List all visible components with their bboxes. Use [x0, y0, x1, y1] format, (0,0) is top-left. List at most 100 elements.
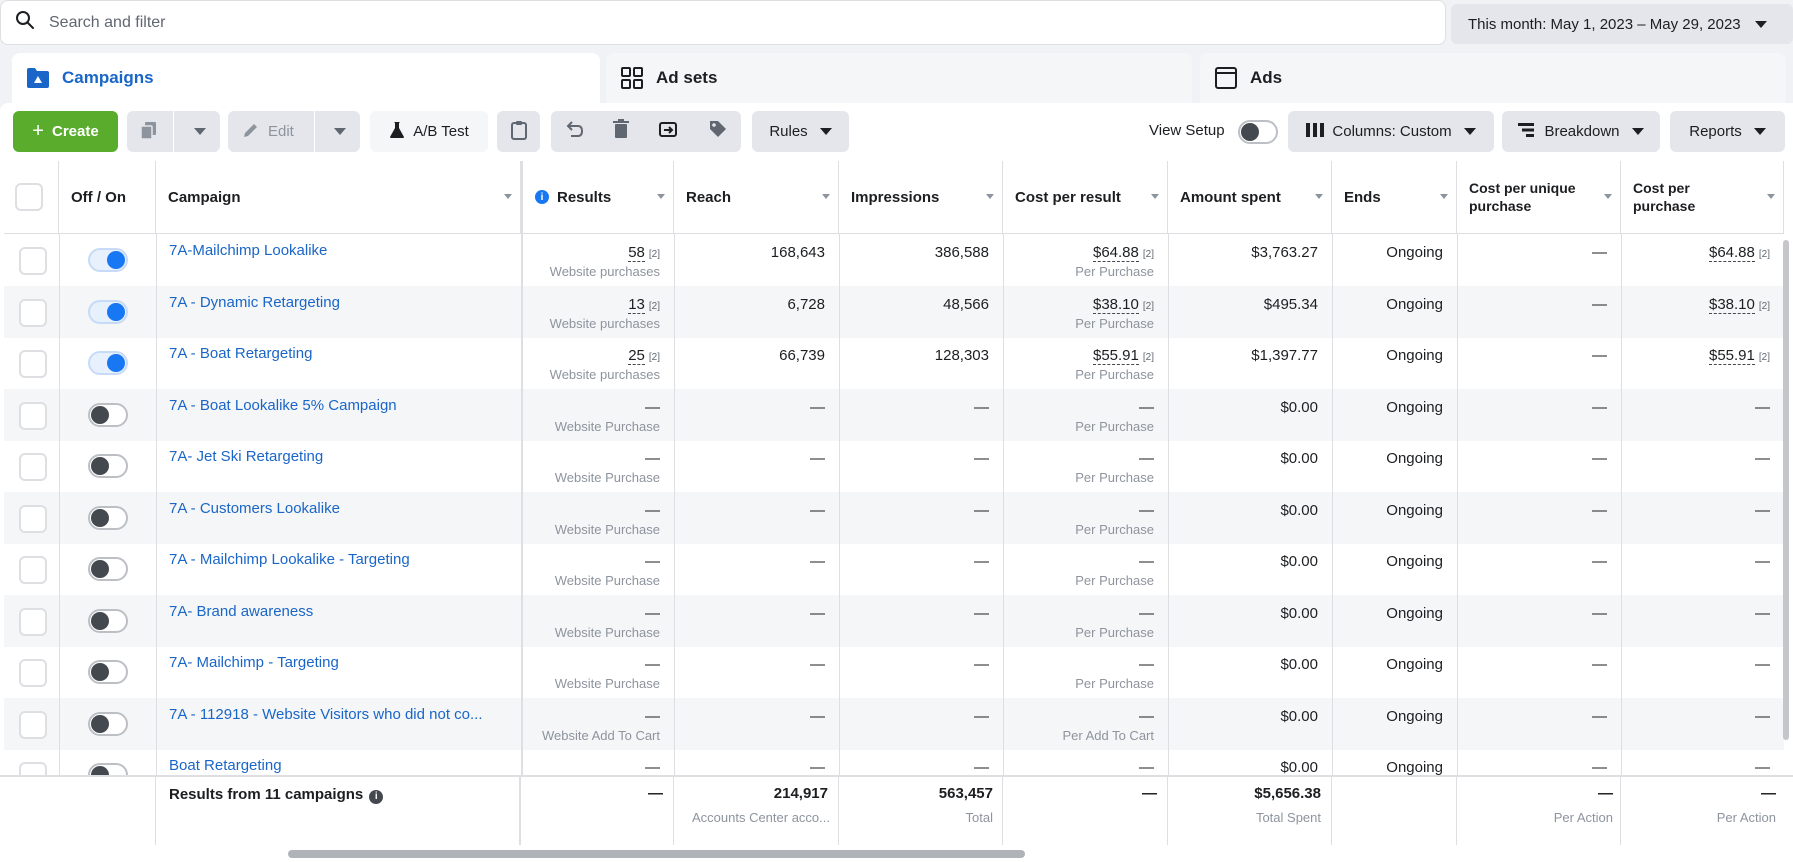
rules-button[interactable]: Rules — [752, 111, 849, 152]
table-row[interactable]: Boat Retargeting — — — — $0.00 Ongoing — — — [4, 749, 1784, 777]
campaign-name-link[interactable]: 7A - Boat Lookalike 5% Campaign — [169, 397, 397, 414]
select-all-checkbox[interactable] — [15, 183, 43, 211]
table-row[interactable]: 7A- Brand awareness — Website Purchase — — — P… — [4, 594, 1784, 647]
table-row[interactable]: 7A - Boat Lookalike 5% Campaign — Website … — [4, 388, 1784, 441]
campaign-name-link[interactable]: 7A - Customers Lookalike — [169, 500, 340, 517]
table-row[interactable]: 7A - 112918 - Website Visitors who did n… — [4, 697, 1784, 750]
campaign-toggle[interactable] — [88, 608, 128, 633]
header-off-on[interactable]: Off / On — [59, 161, 156, 234]
date-range-selector[interactable]: This month: May 1, 2023 – May 29, 2023 — [1451, 4, 1793, 44]
row-checkbox[interactable] — [19, 298, 47, 327]
campaign-name-link[interactable]: 7A - 112918 - Website Visitors who did n… — [169, 706, 483, 723]
sort-icon — [504, 194, 512, 199]
campaign-name-link[interactable]: 7A- Brand awareness — [169, 603, 313, 620]
ab-test-button[interactable]: A/B Test — [370, 111, 488, 152]
breakdown-button[interactable]: Breakdown — [1502, 111, 1660, 152]
search-icon — [15, 10, 35, 35]
campaign-toggle[interactable] — [88, 505, 128, 530]
campaign-toggle[interactable] — [88, 660, 128, 684]
campaign-toggle[interactable] — [88, 299, 128, 324]
table-row[interactable]: 7A - Dynamic Retargeting 13 [2] Website pur… — [4, 285, 1784, 338]
row-checkbox[interactable] — [19, 247, 47, 275]
tab-campaigns[interactable]: Campaigns — [12, 53, 600, 103]
tag-button[interactable] — [695, 111, 741, 152]
table-row[interactable]: 7A- Jet Ski Retargeting — Website Purchase… — [4, 440, 1784, 492]
footnote-marker[interactable]: [2] — [649, 352, 660, 363]
export-button[interactable] — [645, 111, 691, 152]
horizontal-scrollbar[interactable] — [288, 850, 1025, 858]
campaign-name-link[interactable]: Boat Retargeting — [169, 757, 282, 774]
row-checkbox[interactable] — [19, 607, 47, 636]
header-amount-spent[interactable]: Amount spent — [1168, 161, 1332, 234]
footnote-marker[interactable]: [2] — [1143, 301, 1154, 312]
header-results[interactable]: i Results — [521, 161, 674, 234]
table-row[interactable]: 7A - Mailchimp Lookalike - Targeting — Web… — [4, 543, 1784, 595]
info-icon[interactable]: i — [369, 789, 384, 804]
campaign-name-link[interactable]: 7A - Boat Retargeting — [169, 345, 312, 362]
tab-campaigns-label: Campaigns — [62, 68, 154, 87]
tab-ad-sets[interactable]: Ad sets — [606, 53, 1192, 103]
row-checkbox[interactable] — [19, 401, 47, 430]
campaign-toggle[interactable] — [88, 711, 128, 736]
vertical-scrollbar[interactable] — [1783, 240, 1789, 740]
header-cost-per-purchase[interactable]: Cost per purchase — [1621, 161, 1784, 234]
table-row[interactable]: 7A - Customers Lookalike — Website Purchas… — [4, 491, 1784, 544]
table-row[interactable]: 7A-Mailchimp Lookalike 58 [2] Website purch… — [4, 234, 1784, 286]
campaign-name-link[interactable]: 7A - Dynamic Retargeting — [169, 294, 340, 311]
grid-icon — [620, 66, 644, 90]
campaign-name-link[interactable]: 7A- Mailchimp - Targeting — [169, 654, 339, 671]
cell-cpp: — — [1621, 698, 1784, 750]
delete-button[interactable] — [598, 111, 644, 152]
row-checkbox[interactable] — [19, 504, 47, 533]
create-button[interactable]: + Create — [13, 111, 118, 152]
cell-value: 48,566 — [943, 295, 989, 313]
campaign-name-link[interactable]: 7A - Mailchimp Lookalike - Targeting — [169, 551, 410, 568]
header-cost-per-unique-purchase[interactable]: Cost per unique purchase — [1457, 161, 1621, 234]
campaign-toggle[interactable] — [88, 351, 128, 375]
table-row[interactable]: 7A- Mailchimp - Targeting — Website Purcha… — [4, 646, 1784, 698]
table-row[interactable]: 7A - Boat Retargeting 25 [2] Website purcha… — [4, 337, 1784, 389]
view-setup-toggle[interactable] — [1238, 120, 1278, 144]
tab-ads[interactable]: Ads — [1200, 53, 1786, 103]
cell-value: — — [1755, 707, 1770, 725]
footnote-marker[interactable]: [2] — [649, 249, 660, 260]
undo-button[interactable] — [551, 111, 597, 152]
row-checkbox[interactable] — [19, 556, 47, 584]
search-input[interactable] — [49, 13, 949, 32]
header-campaign[interactable]: Campaign — [156, 161, 521, 234]
columns-button[interactable]: Columns: Custom — [1288, 111, 1494, 152]
campaign-toggle[interactable] — [88, 454, 128, 478]
header-reach[interactable]: Reach — [674, 161, 839, 234]
cell-value: 66,739 — [779, 347, 825, 364]
row-checkbox[interactable] — [19, 453, 47, 481]
footnote-marker[interactable]: [2] — [1759, 301, 1770, 312]
edit-button[interactable]: Edit — [228, 111, 360, 152]
campaign-toggle[interactable] — [88, 557, 128, 581]
footnote-marker[interactable]: [2] — [1759, 352, 1770, 363]
cell-results: — Website Purchase — [521, 646, 674, 698]
sort-icon — [986, 194, 994, 199]
footnote-marker[interactable]: [2] — [1143, 352, 1154, 363]
row-checkbox[interactable] — [19, 710, 47, 739]
header-cost-per-result[interactable]: Cost per result — [1003, 161, 1168, 234]
footnote-marker[interactable]: [2] — [1759, 249, 1770, 260]
column-divider — [521, 234, 523, 775]
footnote-marker[interactable]: [2] — [649, 301, 660, 312]
header-impressions[interactable]: Impressions — [839, 161, 1003, 234]
cell-cpp: — — [1621, 440, 1784, 492]
clipboard-button[interactable] — [497, 111, 540, 152]
footer-impressions-sub: Total — [965, 810, 993, 825]
campaign-toggle[interactable] — [88, 248, 128, 272]
footnote-marker[interactable]: [2] — [1143, 249, 1154, 260]
reports-button[interactable]: Reports — [1670, 111, 1785, 152]
cell-reach: — — [674, 646, 839, 698]
campaign-toggle[interactable] — [88, 402, 128, 427]
cell-value: — — [810, 450, 825, 467]
campaign-name-link[interactable]: 7A- Jet Ski Retargeting — [169, 448, 323, 465]
search-bar[interactable] — [0, 0, 1446, 45]
row-checkbox[interactable] — [19, 659, 47, 687]
row-checkbox[interactable] — [19, 350, 47, 378]
cell-spent: $0.00 — [1168, 749, 1332, 777]
campaign-name-link[interactable]: 7A-Mailchimp Lookalike — [169, 242, 327, 259]
header-ends[interactable]: Ends — [1332, 161, 1457, 234]
